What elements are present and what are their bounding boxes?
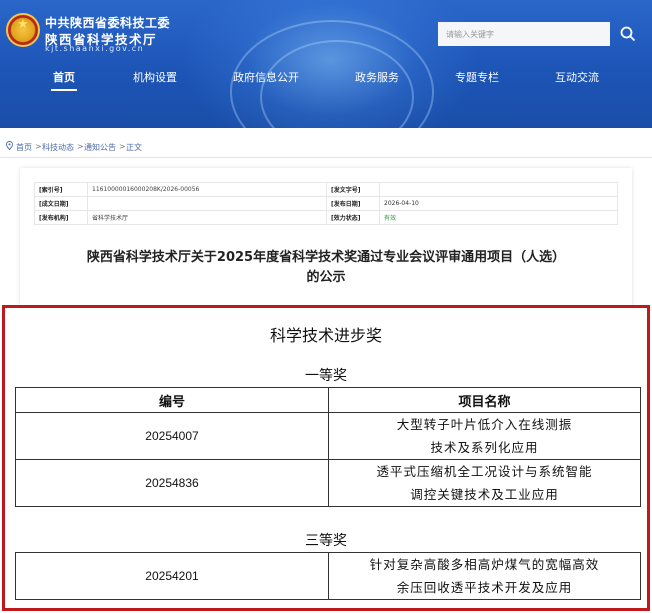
- nav-topics[interactable]: 专题专栏: [448, 68, 506, 90]
- nav-gov-info[interactable]: 政府信息公开: [226, 68, 306, 90]
- table-row: 20254007 大型转子叶片低介入在线测振 技术及系列化应用: [15, 412, 641, 460]
- meta-value: 11610000016000208K/2026-00056: [87, 182, 327, 197]
- search-button[interactable]: [610, 22, 646, 46]
- project-name: 大型转子叶片低介入在线测振 技术及系列化应用: [328, 412, 641, 460]
- breadcrumb-notices[interactable]: 通知公告: [84, 142, 116, 153]
- project-number: 20254836: [15, 459, 329, 507]
- third-prize-heading: 三等奖: [305, 533, 347, 549]
- logo-domain: kjt.shaanxi.gov.cn: [45, 44, 145, 53]
- table-header-row: 编号 项目名称: [15, 387, 641, 413]
- search-input[interactable]: [438, 22, 610, 46]
- nav-interaction[interactable]: 互动交流: [548, 68, 606, 90]
- project-number: 20254007: [15, 412, 329, 460]
- breadcrumb-separator: >: [35, 142, 42, 151]
- meta-status-value: 有效: [379, 210, 618, 225]
- column-header-name: 项目名称: [328, 387, 641, 413]
- nav-services[interactable]: 政务服务: [348, 68, 406, 90]
- meta-value: [87, 196, 327, 211]
- column-header-number: 编号: [15, 387, 329, 413]
- breadcrumb-current: 正文: [126, 143, 142, 152]
- meta-value: 2026-04-10: [379, 196, 618, 211]
- meta-key: [索引号]: [34, 182, 88, 197]
- location-pin-icon: [6, 141, 13, 150]
- nav-home[interactable]: 首页: [44, 68, 84, 91]
- first-prize-table: 编号 项目名称 20254007 大型转子叶片低介入在线测振 技术及系列化应用 …: [15, 387, 641, 507]
- nav-active-indicator: [51, 89, 77, 91]
- breadcrumb-separator: >: [119, 142, 126, 151]
- nav-organization[interactable]: 机构设置: [126, 68, 184, 90]
- site-header: ★ 中共陕西省委科技工委 陕西省科学技术厅 kjt.shaanxi.gov.cn…: [0, 0, 652, 128]
- third-prize-table: 20254201 针对复杂高酸多相高炉煤气的宽幅高效 余压回收透平技术开发及应用: [15, 552, 641, 600]
- meta-key: [发文字号]: [326, 182, 380, 197]
- project-name: 针对复杂高酸多相高炉煤气的宽幅高效 余压回收透平技术开发及应用: [328, 552, 641, 600]
- table-row: 20254836 透平式压缩机全工况设计与系统智能 调控关键技术及工业应用: [15, 459, 641, 507]
- meta-row: [成文日期] [发布日期] 2026-04-10: [34, 196, 618, 211]
- project-name: 透平式压缩机全工况设计与系统智能 调控关键技术及工业应用: [328, 459, 641, 507]
- meta-key: [发布日期]: [326, 196, 380, 211]
- search-icon: [620, 26, 636, 42]
- national-emblem-icon[interactable]: ★: [6, 13, 40, 47]
- breadcrumb-divider: [0, 157, 652, 158]
- first-prize-heading: 一等奖: [305, 368, 347, 384]
- award-list-section: 科学技术进步奖 一等奖 编号 项目名称 20254007 大型转子叶片低介入在线…: [2, 305, 650, 611]
- meta-key: [发布机构]: [34, 210, 88, 225]
- meta-value: [379, 182, 618, 197]
- project-number: 20254201: [15, 552, 329, 600]
- meta-key: [效力状态]: [326, 210, 380, 225]
- meta-key: [成文日期]: [34, 196, 88, 211]
- breadcrumb-news[interactable]: 科技动态: [42, 142, 74, 153]
- meta-value: 省科学技术厅: [87, 210, 327, 225]
- table-row: 20254201 针对复杂高酸多相高炉煤气的宽幅高效 余压回收透平技术开发及应用: [15, 552, 641, 600]
- meta-row: [发布机构] 省科学技术厅 [效力状态] 有效: [34, 210, 618, 225]
- main-nav: 首页 机构设置 政府信息公开 政务服务 专题专栏 互动交流: [0, 68, 652, 91]
- breadcrumb-home[interactable]: 首页: [16, 142, 32, 153]
- breadcrumb: 首页 > 科技动态 > 通知公告 > 正文: [0, 138, 652, 154]
- breadcrumb-separator: >: [77, 142, 84, 151]
- article-meta-table: [索引号] 11610000016000208K/2026-00056 [发文字…: [34, 182, 618, 225]
- meta-row: [索引号] 11610000016000208K/2026-00056 [发文字…: [34, 182, 618, 197]
- award-category-heading: 科学技术进步奖: [269, 326, 382, 345]
- article-title: 陕西省科学技术厅关于2025年度省科学技术奖通过专业会议评审通用项目（人选） 的…: [86, 250, 566, 285]
